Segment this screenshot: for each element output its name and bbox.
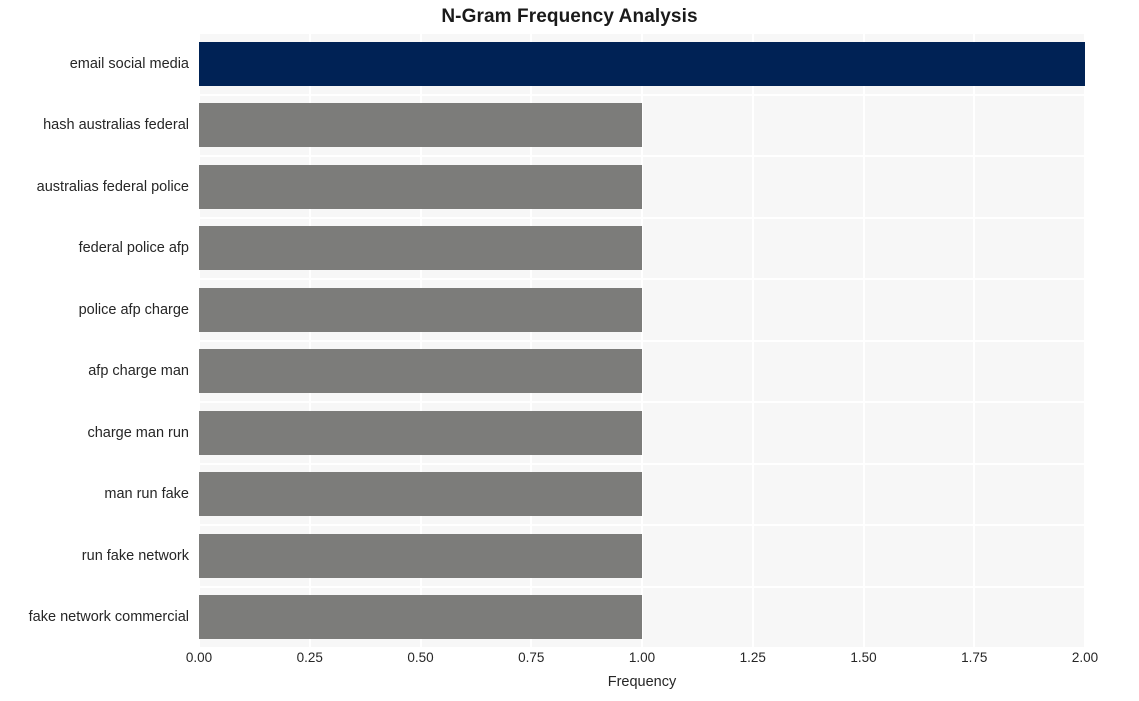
bar[interactable] xyxy=(199,41,1085,86)
bar[interactable] xyxy=(199,472,642,517)
bar[interactable] xyxy=(199,103,642,148)
plot-area xyxy=(198,32,1086,649)
y-axis-tick-label: australias federal police xyxy=(36,178,189,195)
y-axis-tick-label: police afp charge xyxy=(78,301,189,318)
y-axis-tick-label: man run fake xyxy=(104,486,189,503)
x-axis-tick-label: 1.50 xyxy=(850,650,877,665)
y-axis-tick-label: run fake network xyxy=(81,547,189,564)
x-axis-tick-labels: 0.00 0.25 0.50 0.75 1.00 1.25 1.50 1.75 2.00 xyxy=(186,650,1098,674)
bars-layer xyxy=(199,33,1085,648)
chart-title: N-Gram Frequency Analysis xyxy=(441,6,698,27)
y-axis-tick-label: federal police afp xyxy=(78,240,189,257)
x-axis-tick-label: 0.50 xyxy=(407,650,434,665)
y-axis-tick-label: hash australias federal xyxy=(43,117,189,134)
y-axis-tick-label: email social media xyxy=(69,55,189,72)
bar[interactable] xyxy=(199,349,642,394)
bar[interactable] xyxy=(199,226,642,271)
x-axis-tick-label: 1.00 xyxy=(628,650,656,665)
y-axis-tick-labels: email social media hash australias federa… xyxy=(0,33,189,648)
ngram-frequency-chart: N-Gram Frequency Analysis email social m… xyxy=(0,0,1139,701)
y-axis-tick-label: charge man run xyxy=(87,424,189,441)
bar[interactable] xyxy=(199,533,642,578)
y-axis-tick-label: afp charge man xyxy=(88,363,189,380)
x-axis-tick-label: 1.75 xyxy=(961,650,988,665)
x-axis-tick-label: 1.25 xyxy=(739,650,766,665)
x-axis-tick-label: 0.75 xyxy=(518,650,545,665)
x-axis-title: Frequency xyxy=(607,674,677,690)
x-axis-tick-label: 2.00 xyxy=(1071,650,1099,665)
x-axis-tick-label: 0.25 xyxy=(296,650,323,665)
y-axis-tick-label: fake network commercial xyxy=(28,609,189,626)
x-axis-tick-label: 0.00 xyxy=(185,650,213,665)
bar[interactable] xyxy=(199,164,642,209)
bar[interactable] xyxy=(199,410,642,455)
bar[interactable] xyxy=(199,595,642,640)
bar[interactable] xyxy=(199,287,642,332)
